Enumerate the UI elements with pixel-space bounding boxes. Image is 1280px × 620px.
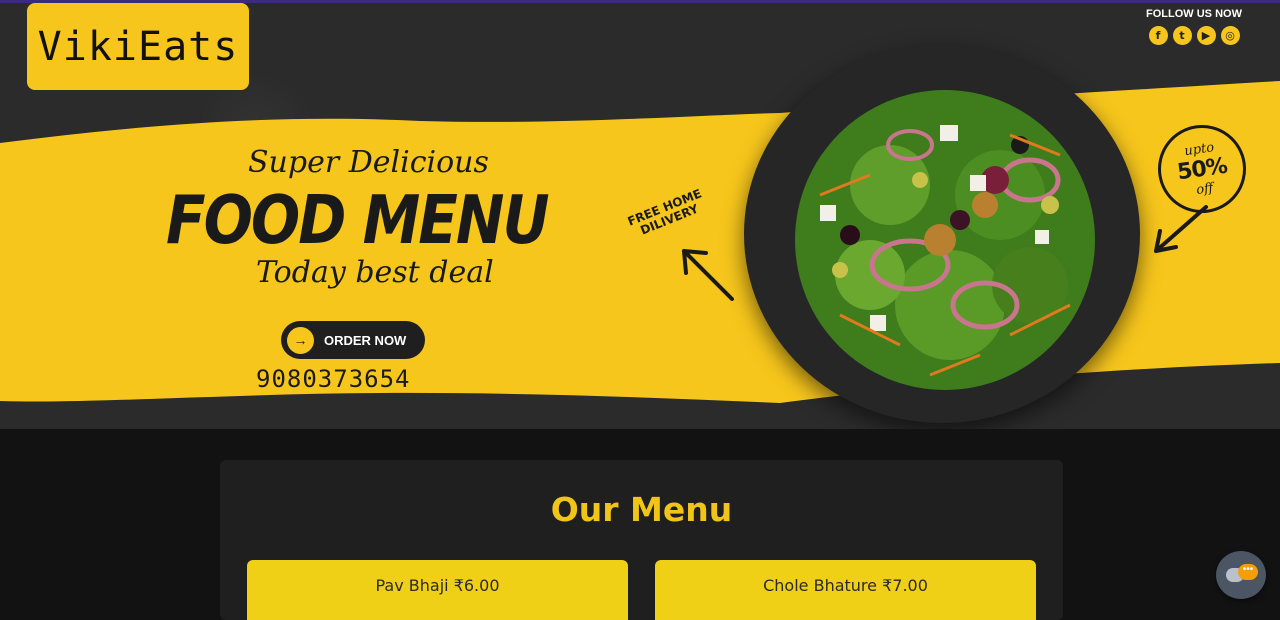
order-now-button[interactable]: → ORDER NOW [281,321,425,359]
chat-bubble-icon: ••• [1238,564,1258,580]
menu-item[interactable]: Chole Bhature ₹7.00 [655,560,1036,620]
logo[interactable]: VikiEats [27,3,249,90]
discount-arrow-icon [1154,205,1208,253]
discount-off: off [1195,180,1215,198]
hero-banner: VikiEats FOLLOW US NOW f t ▶ ◎ Super Del… [0,3,1280,429]
chat-widget-button[interactable]: ••• [1216,551,1266,599]
menu-title: Our Menu [550,490,733,529]
instagram-icon[interactable]: ◎ [1220,26,1240,45]
follow-us: FOLLOW US NOW f t ▶ ◎ [1130,8,1258,45]
logo-text: VikiEats [37,23,239,70]
hero-tagline: Today best deal [256,255,494,290]
facebook-icon[interactable]: f [1148,26,1168,45]
youtube-icon[interactable]: ▶ [1196,26,1216,45]
arrow-right-icon: → [287,326,314,354]
menu-item-label: Pav Bhaji ₹6.00 [375,576,500,595]
phone-number: 9080373654 [256,365,411,393]
salad-image [795,90,1095,390]
follow-us-label: FOLLOW US NOW [1146,8,1242,20]
order-now-label: ORDER NOW [324,332,407,348]
discount-percent: 50% [1175,153,1229,185]
hero-title: FOOD MENU [166,181,550,260]
twitter-icon[interactable]: t [1172,26,1192,45]
hero-super-text: Super Delicious [248,145,489,180]
arrow-pointer-icon [682,249,734,301]
menu-item[interactable]: Pav Bhaji ₹6.00 [247,560,628,620]
menu-item-label: Chole Bhature ₹7.00 [763,576,928,595]
social-icons: f t ▶ ◎ [1130,26,1258,45]
